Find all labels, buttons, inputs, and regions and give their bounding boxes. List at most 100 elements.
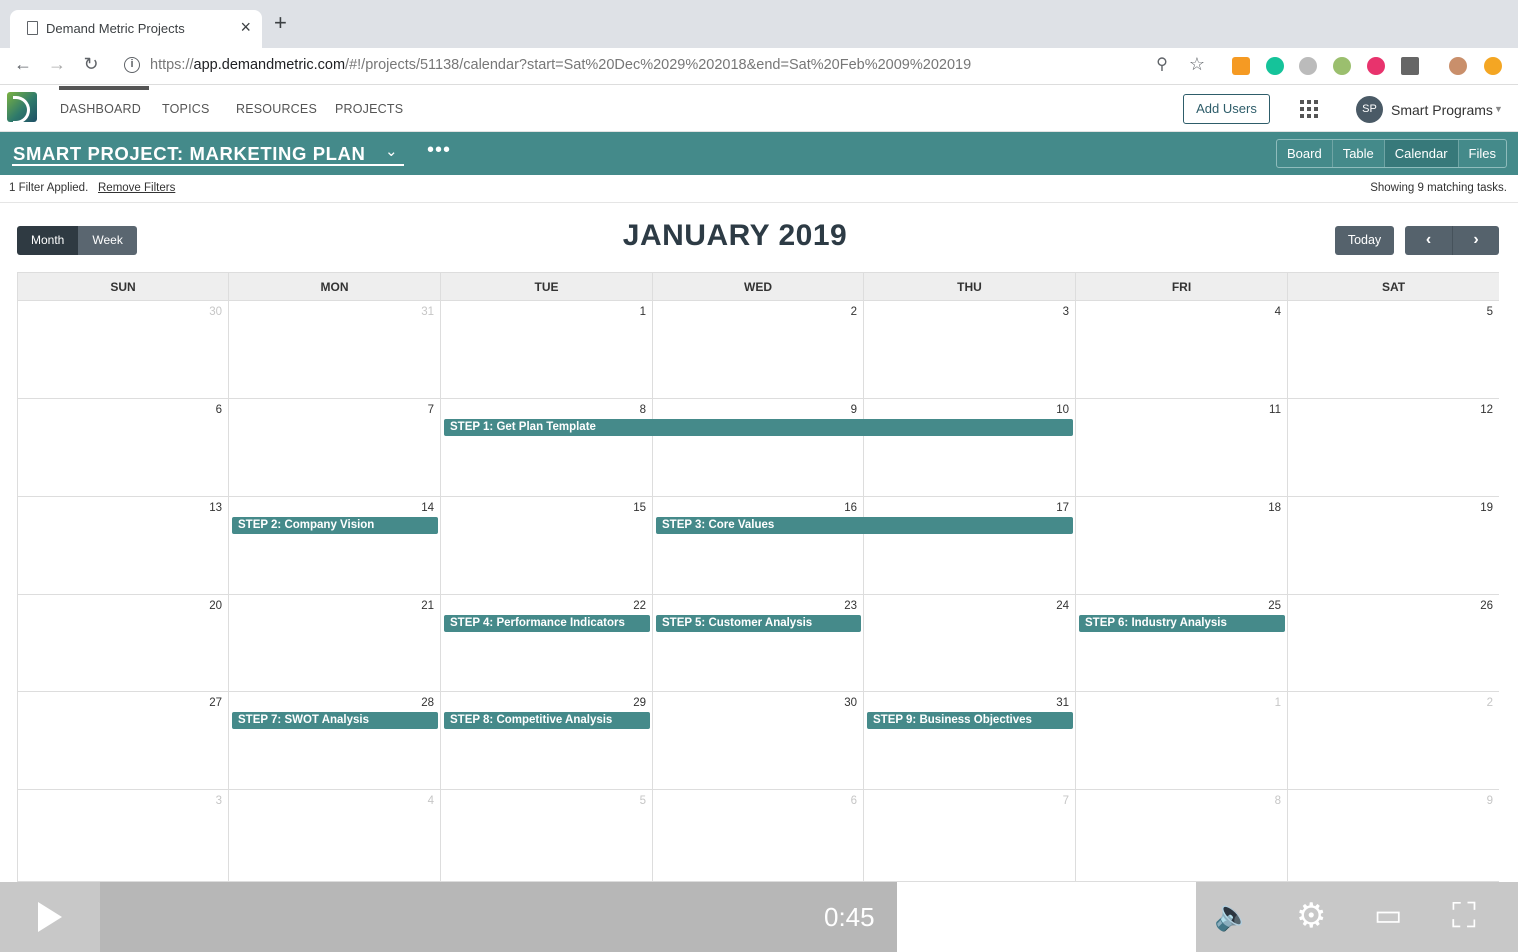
calendar-day-cell[interactable]: 16 — [653, 497, 864, 594]
calendar-event[interactable]: STEP 8: Competitive Analysis — [444, 712, 650, 729]
calendar-day-cell[interactable]: 6 — [18, 399, 229, 496]
calendar-day-cell[interactable]: 24 — [864, 595, 1076, 691]
calendar-event[interactable]: STEP 9: Business Objectives — [867, 712, 1073, 729]
calendar-day-cell[interactable]: 2 — [653, 301, 864, 398]
calendar-event[interactable]: STEP 3: Core Values — [656, 517, 1073, 534]
apps-grid-icon[interactable] — [1300, 100, 1318, 118]
remove-filters-link[interactable]: Remove Filters — [98, 182, 175, 194]
calendar-day-cell[interactable]: 9 — [1288, 790, 1499, 881]
info-icon[interactable]: i — [124, 57, 140, 73]
more-options-icon[interactable]: ••• — [427, 139, 451, 162]
browser-tab[interactable]: Demand Metric Projects × — [10, 10, 262, 48]
calendar-day-cell[interactable]: 20 — [18, 595, 229, 691]
calendar-day-cell[interactable]: 4 — [1076, 301, 1288, 398]
tab-calendar[interactable]: Calendar — [1384, 140, 1459, 167]
extension-icon[interactable] — [1401, 57, 1419, 75]
calendar-day-cell[interactable]: 21 — [229, 595, 441, 691]
bookmark-star-icon[interactable]: ☆ — [1185, 54, 1209, 75]
calendar-day-cell[interactable]: 31 — [864, 692, 1076, 789]
chevron-down-icon[interactable]: ⌄ — [385, 142, 398, 160]
add-users-button[interactable]: Add Users — [1183, 94, 1270, 124]
calendar-day-cell[interactable]: 27 — [18, 692, 229, 789]
calendar-day-cell[interactable]: 30 — [653, 692, 864, 789]
calendar-day-cell[interactable]: 25 — [1076, 595, 1288, 691]
extension-icon[interactable] — [1299, 57, 1317, 75]
profile-icon[interactable] — [1449, 57, 1467, 75]
calendar-event[interactable]: STEP 6: Industry Analysis — [1079, 615, 1285, 632]
zoom-icon[interactable]: ⚲ — [1150, 54, 1174, 74]
calendar-day-cell[interactable]: 17 — [864, 497, 1076, 594]
prev-month-button[interactable]: ‹ — [1405, 226, 1452, 255]
calendar-event[interactable]: STEP 1: Get Plan Template — [444, 419, 1073, 436]
calendar-day-cell[interactable]: 5 — [441, 790, 653, 881]
calendar-day-cell[interactable]: 30 — [18, 301, 229, 398]
url-field[interactable]: i https://app.demandmetric.com/#!/projec… — [119, 52, 1219, 80]
calendar-day-cell[interactable]: 12 — [1288, 399, 1499, 496]
extension-icon[interactable] — [1333, 57, 1351, 75]
calendar-day-cell[interactable]: 2 — [1288, 692, 1499, 789]
calendar-day-cell[interactable]: 26 — [1288, 595, 1499, 691]
airplay-icon[interactable]: ▭ — [1374, 896, 1402, 936]
reload-icon[interactable]: ↻ — [79, 54, 103, 75]
calendar-day-cell[interactable]: 1 — [1076, 692, 1288, 789]
calendar-day-cell[interactable]: 22 — [441, 595, 653, 691]
calendar-day-cell[interactable]: 7 — [229, 399, 441, 496]
calendar-day-cell[interactable]: 23 — [653, 595, 864, 691]
calendar-day-cell[interactable]: 18 — [1076, 497, 1288, 594]
demand-metric-logo[interactable] — [7, 92, 37, 124]
calendar-day-cell[interactable]: 5 — [1288, 301, 1499, 398]
calendar-day-cell[interactable]: 7 — [864, 790, 1076, 881]
calendar-event[interactable]: STEP 7: SWOT Analysis — [232, 712, 438, 729]
calendar-day-cell[interactable]: 13 — [18, 497, 229, 594]
calendar-day-cell[interactable]: 6 — [653, 790, 864, 881]
calendar-day-cell[interactable]: 3 — [864, 301, 1076, 398]
today-button[interactable]: Today — [1335, 226, 1394, 255]
calendar-event[interactable]: STEP 5: Customer Analysis — [656, 615, 861, 632]
nav-resources[interactable]: RESOURCES — [236, 102, 317, 116]
calendar-day-cell[interactable]: 11 — [1076, 399, 1288, 496]
calendar-day-cell[interactable]: 19 — [1288, 497, 1499, 594]
calendar-day-cell[interactable]: 1 — [441, 301, 653, 398]
tab-close-icon[interactable]: × — [240, 17, 251, 38]
user-menu[interactable]: Smart Programs — [1391, 102, 1493, 118]
tab-table[interactable]: Table — [1333, 140, 1385, 167]
avatar[interactable]: SP — [1356, 96, 1383, 123]
play-button[interactable] — [0, 882, 100, 952]
record-extension-icon[interactable] — [1367, 57, 1385, 75]
chevron-down-icon[interactable]: ▼ — [1494, 104, 1503, 114]
new-tab-icon[interactable]: + — [274, 12, 287, 34]
calendar-day-cell[interactable]: 10 — [864, 399, 1076, 496]
video-controls: 0:45 🔈 ⚙ ▭ ⛶ — [0, 882, 1518, 952]
calendar-day-cell[interactable]: 8 — [1076, 790, 1288, 881]
calendar-day-cell[interactable]: 8 — [441, 399, 653, 496]
calendar-day-cell[interactable]: 9 — [653, 399, 864, 496]
calendar-day-cell[interactable]: 31 — [229, 301, 441, 398]
tab-files[interactable]: Files — [1459, 140, 1506, 167]
nav-projects[interactable]: PROJECTS — [335, 102, 403, 116]
calendar-week-row: 6 7 8 9 10 11 12 — [18, 399, 1499, 497]
grammarly-extension-icon[interactable] — [1266, 57, 1284, 75]
video-progress-bar[interactable] — [100, 882, 897, 952]
forward-icon[interactable]: → — [45, 54, 69, 75]
nav-dashboard[interactable]: DASHBOARD — [60, 102, 141, 116]
volume-icon[interactable]: 🔈 — [1214, 896, 1251, 936]
calendar-event[interactable]: STEP 2: Company Vision — [232, 517, 438, 534]
calendar-day-cell[interactable]: 28 — [229, 692, 441, 789]
calendar-day-cell[interactable]: 3 — [18, 790, 229, 881]
back-icon[interactable]: ← — [11, 54, 35, 75]
extension-icon[interactable] — [1484, 57, 1502, 75]
calendar-day-cell[interactable]: 15 — [441, 497, 653, 594]
nav-topics[interactable]: TOPICS — [162, 102, 210, 116]
calendar-event[interactable]: STEP 4: Performance Indicators — [444, 615, 650, 632]
week-view-button[interactable]: Week — [78, 226, 137, 255]
fullscreen-icon[interactable]: ⛶ — [1452, 896, 1476, 936]
rss-extension-icon[interactable] — [1232, 57, 1250, 75]
tab-board[interactable]: Board — [1277, 140, 1333, 167]
calendar-day-cell[interactable]: 29 — [441, 692, 653, 789]
calendar-day-cell[interactable]: 4 — [229, 790, 441, 881]
settings-gear-icon[interactable]: ⚙ — [1296, 896, 1326, 936]
project-title[interactable]: SMART PROJECT: MARKETING PLAN — [13, 143, 365, 165]
month-view-button[interactable]: Month — [17, 226, 79, 255]
calendar-day-cell[interactable]: 14 — [229, 497, 441, 594]
next-month-button[interactable]: › — [1452, 226, 1499, 255]
